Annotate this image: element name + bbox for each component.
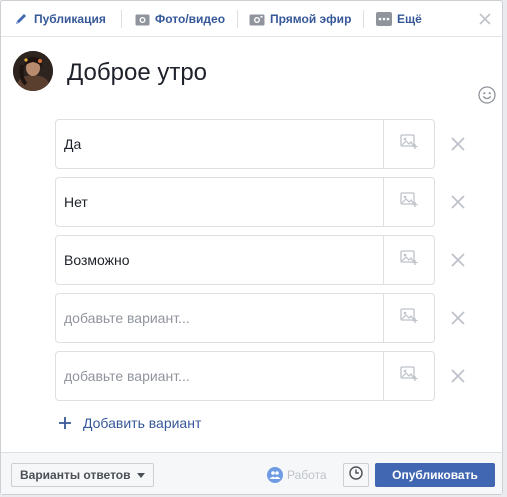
composer-tabs: Публикация Фото/видео Прямой эфир Ещё bbox=[1, 1, 502, 37]
image-add-icon bbox=[400, 365, 418, 387]
tab-publication[interactable]: Публикация bbox=[13, 9, 106, 29]
remove-option-button[interactable] bbox=[449, 251, 467, 269]
audience-selector[interactable]: Работа bbox=[267, 467, 327, 483]
schedule-button[interactable] bbox=[343, 463, 369, 487]
add-image-button[interactable] bbox=[383, 120, 434, 168]
clock-icon bbox=[349, 465, 363, 485]
poll-option bbox=[55, 235, 435, 285]
tab-more-label: Ещё bbox=[397, 12, 422, 26]
poll-option-input[interactable] bbox=[56, 120, 384, 168]
close-icon bbox=[449, 195, 467, 215]
close-icon bbox=[449, 137, 467, 157]
emoji-icon[interactable] bbox=[478, 86, 496, 104]
image-add-icon bbox=[400, 133, 418, 155]
image-add-icon bbox=[400, 191, 418, 213]
add-image-button[interactable] bbox=[383, 178, 434, 226]
plus-icon bbox=[58, 416, 72, 430]
tab-more[interactable]: Ещё bbox=[376, 9, 422, 29]
remove-option-button[interactable] bbox=[449, 367, 467, 385]
tab-photo-video-label: Фото/видео bbox=[155, 12, 226, 26]
close-icon bbox=[449, 369, 467, 389]
poll-option bbox=[55, 351, 435, 401]
tab-live-label: Прямой эфир bbox=[270, 12, 352, 26]
image-add-icon bbox=[400, 307, 418, 329]
poll-option bbox=[55, 293, 435, 343]
close-icon bbox=[449, 311, 467, 331]
remove-option-button[interactable] bbox=[449, 135, 467, 153]
add-image-button[interactable] bbox=[383, 352, 434, 400]
pencil-icon bbox=[13, 11, 29, 27]
video-camera-icon bbox=[249, 11, 265, 27]
poll-option bbox=[55, 119, 435, 169]
add-option-label: Добавить вариант bbox=[83, 415, 202, 431]
poll-option-input[interactable] bbox=[56, 294, 384, 342]
tab-divider bbox=[363, 10, 364, 28]
poll-option-input[interactable] bbox=[56, 236, 384, 284]
remove-option-button[interactable] bbox=[449, 309, 467, 327]
tab-divider bbox=[121, 10, 122, 28]
tab-divider bbox=[237, 10, 238, 28]
close-icon bbox=[449, 253, 467, 273]
tab-publication-label: Публикация bbox=[34, 12, 106, 26]
poll-option bbox=[55, 177, 435, 227]
answer-options-label: Варианты ответов bbox=[20, 468, 131, 482]
poll-option-input[interactable] bbox=[56, 178, 384, 226]
composer-footer: Варианты ответов Работа Опубликовать bbox=[1, 452, 502, 494]
close-icon[interactable] bbox=[477, 11, 493, 27]
add-image-button[interactable] bbox=[383, 294, 434, 342]
audience-label: Работа bbox=[287, 468, 327, 482]
poll-option-input[interactable] bbox=[56, 352, 384, 400]
more-dots-icon bbox=[376, 11, 392, 27]
remove-option-button[interactable] bbox=[449, 193, 467, 211]
camera-icon bbox=[134, 11, 150, 27]
composer-dialog: Публикация Фото/видео Прямой эфир Ещё До… bbox=[0, 0, 503, 495]
publish-button[interactable]: Опубликовать bbox=[375, 463, 495, 487]
image-add-icon bbox=[400, 249, 418, 271]
answer-options-dropdown[interactable]: Варианты ответов bbox=[11, 463, 154, 487]
add-image-button[interactable] bbox=[383, 236, 434, 284]
post-text[interactable]: Доброе утро bbox=[67, 59, 207, 87]
caret-down-icon bbox=[136, 472, 145, 478]
group-icon bbox=[267, 467, 283, 483]
add-option-button[interactable]: Добавить вариант bbox=[58, 415, 201, 431]
avatar bbox=[13, 51, 53, 91]
tab-photo-video[interactable]: Фото/видео bbox=[134, 9, 225, 29]
tab-live[interactable]: Прямой эфир bbox=[249, 9, 351, 29]
